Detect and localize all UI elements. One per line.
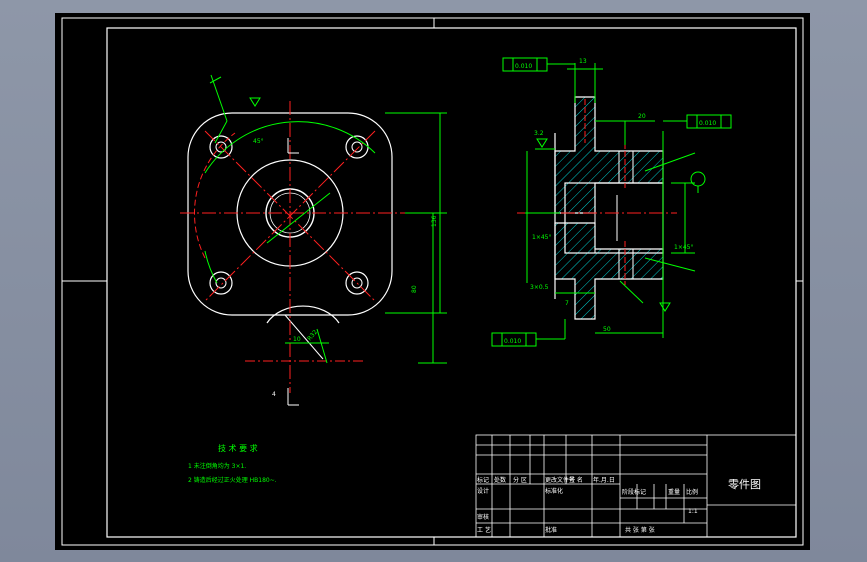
tb-hdr-sign: 签 名 [569, 476, 583, 484]
tb-process: 工 艺 [477, 526, 491, 534]
dim-angle: 45° [253, 138, 264, 145]
tb-review: 审核 [477, 513, 489, 521]
tb-hdr-mark: 标记 [477, 476, 489, 484]
tb-scale: 1:1 [688, 508, 698, 515]
tb-hdr-count: 处数 [494, 476, 506, 484]
tech-req-title: 技 术 要 求 [218, 443, 258, 453]
tb-design: 设计 [477, 487, 489, 495]
dim-7: 7 [565, 300, 569, 307]
tol-1: 0.010 [515, 63, 532, 70]
tb-weight: 重量 [668, 488, 680, 496]
tol-2: 0.010 [699, 120, 716, 127]
dim-top-20: 20 [638, 113, 646, 120]
tb-approve: 批准 [545, 526, 557, 534]
dim-left-lower: 80 [411, 285, 418, 293]
dim-3x05: 3×0.5 [530, 284, 549, 291]
cad-drawing-canvas[interactable]: 136 80 4 10 R32 45° 13 20 0.010 0.010 0.… [55, 13, 810, 550]
tech-req-item-2: 2 铸造后经过正火处理 HB180~. [188, 476, 277, 484]
tb-ratio: 比例 [686, 488, 698, 496]
dim-chamfer-1: 1×45° [532, 234, 551, 241]
flange-top-view[interactable] [180, 74, 447, 406]
dim-left-vert: 136 [431, 215, 438, 227]
tol-3: 0.010 [504, 338, 521, 345]
tech-req-item-1: 1 未注倒角均为 3×1. [188, 462, 246, 470]
tb-standardization: 标准化 [545, 487, 563, 495]
flange-section-view[interactable] [491, 57, 732, 347]
tb-stage-mark: 阶段标记 [622, 488, 646, 496]
dim-50: 50 [603, 326, 611, 333]
tb-hdr-zone: 分 区 [513, 476, 527, 484]
drawing-name: 零件图 [728, 478, 761, 491]
dim-4: 4 [272, 391, 276, 398]
dim-10: 10 [293, 336, 301, 343]
tb-sheets: 共 张 第 张 [625, 526, 655, 534]
dim-3-2: 3.2 [534, 130, 544, 137]
dim-chamfer-2: 1×45° [674, 244, 693, 251]
dim-top-13: 13 [579, 58, 587, 65]
tb-hdr-date: 年.月.日 [593, 476, 615, 484]
